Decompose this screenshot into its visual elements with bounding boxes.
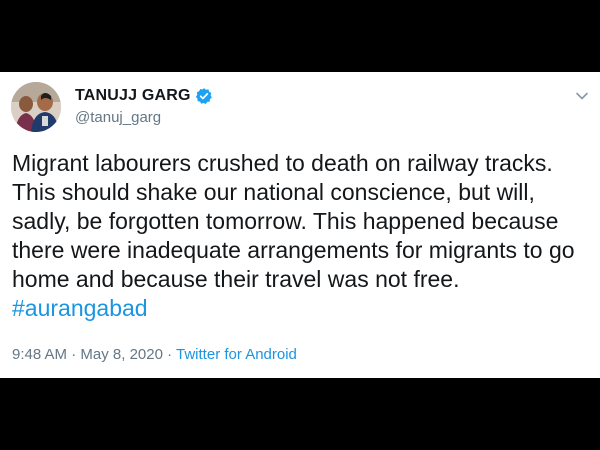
tweet-text: Migrant labourers crushed to death on ra… [12, 150, 575, 292]
meta-separator: · [162, 346, 177, 363]
hashtag-link[interactable]: #aurangabad [12, 295, 148, 321]
tweet-metadata: 9:48 AM · May 8, 2020 · Twitter for Andr… [12, 346, 297, 363]
display-name[interactable]: TANUJJ GARG [75, 87, 213, 105]
avatar[interactable] [11, 82, 61, 132]
tweet-source-link[interactable]: Twitter for Android [176, 346, 297, 363]
tweet-time[interactable]: 9:48 AM [12, 346, 67, 363]
tweet-card: TANUJJ GARG @tanuj_garg Migrant labourer… [0, 72, 600, 378]
tweet-body: Migrant labourers crushed to death on ra… [12, 149, 596, 323]
display-name-text: TANUJJ GARG [75, 87, 191, 104]
tweet-date[interactable]: May 8, 2020 [80, 346, 163, 363]
meta-separator: · [67, 346, 81, 363]
user-handle[interactable]: @tanuj_garg [75, 109, 161, 126]
profile-photo-icon [11, 82, 61, 132]
verified-badge-icon [195, 87, 213, 105]
chevron-down-icon[interactable] [574, 88, 590, 104]
